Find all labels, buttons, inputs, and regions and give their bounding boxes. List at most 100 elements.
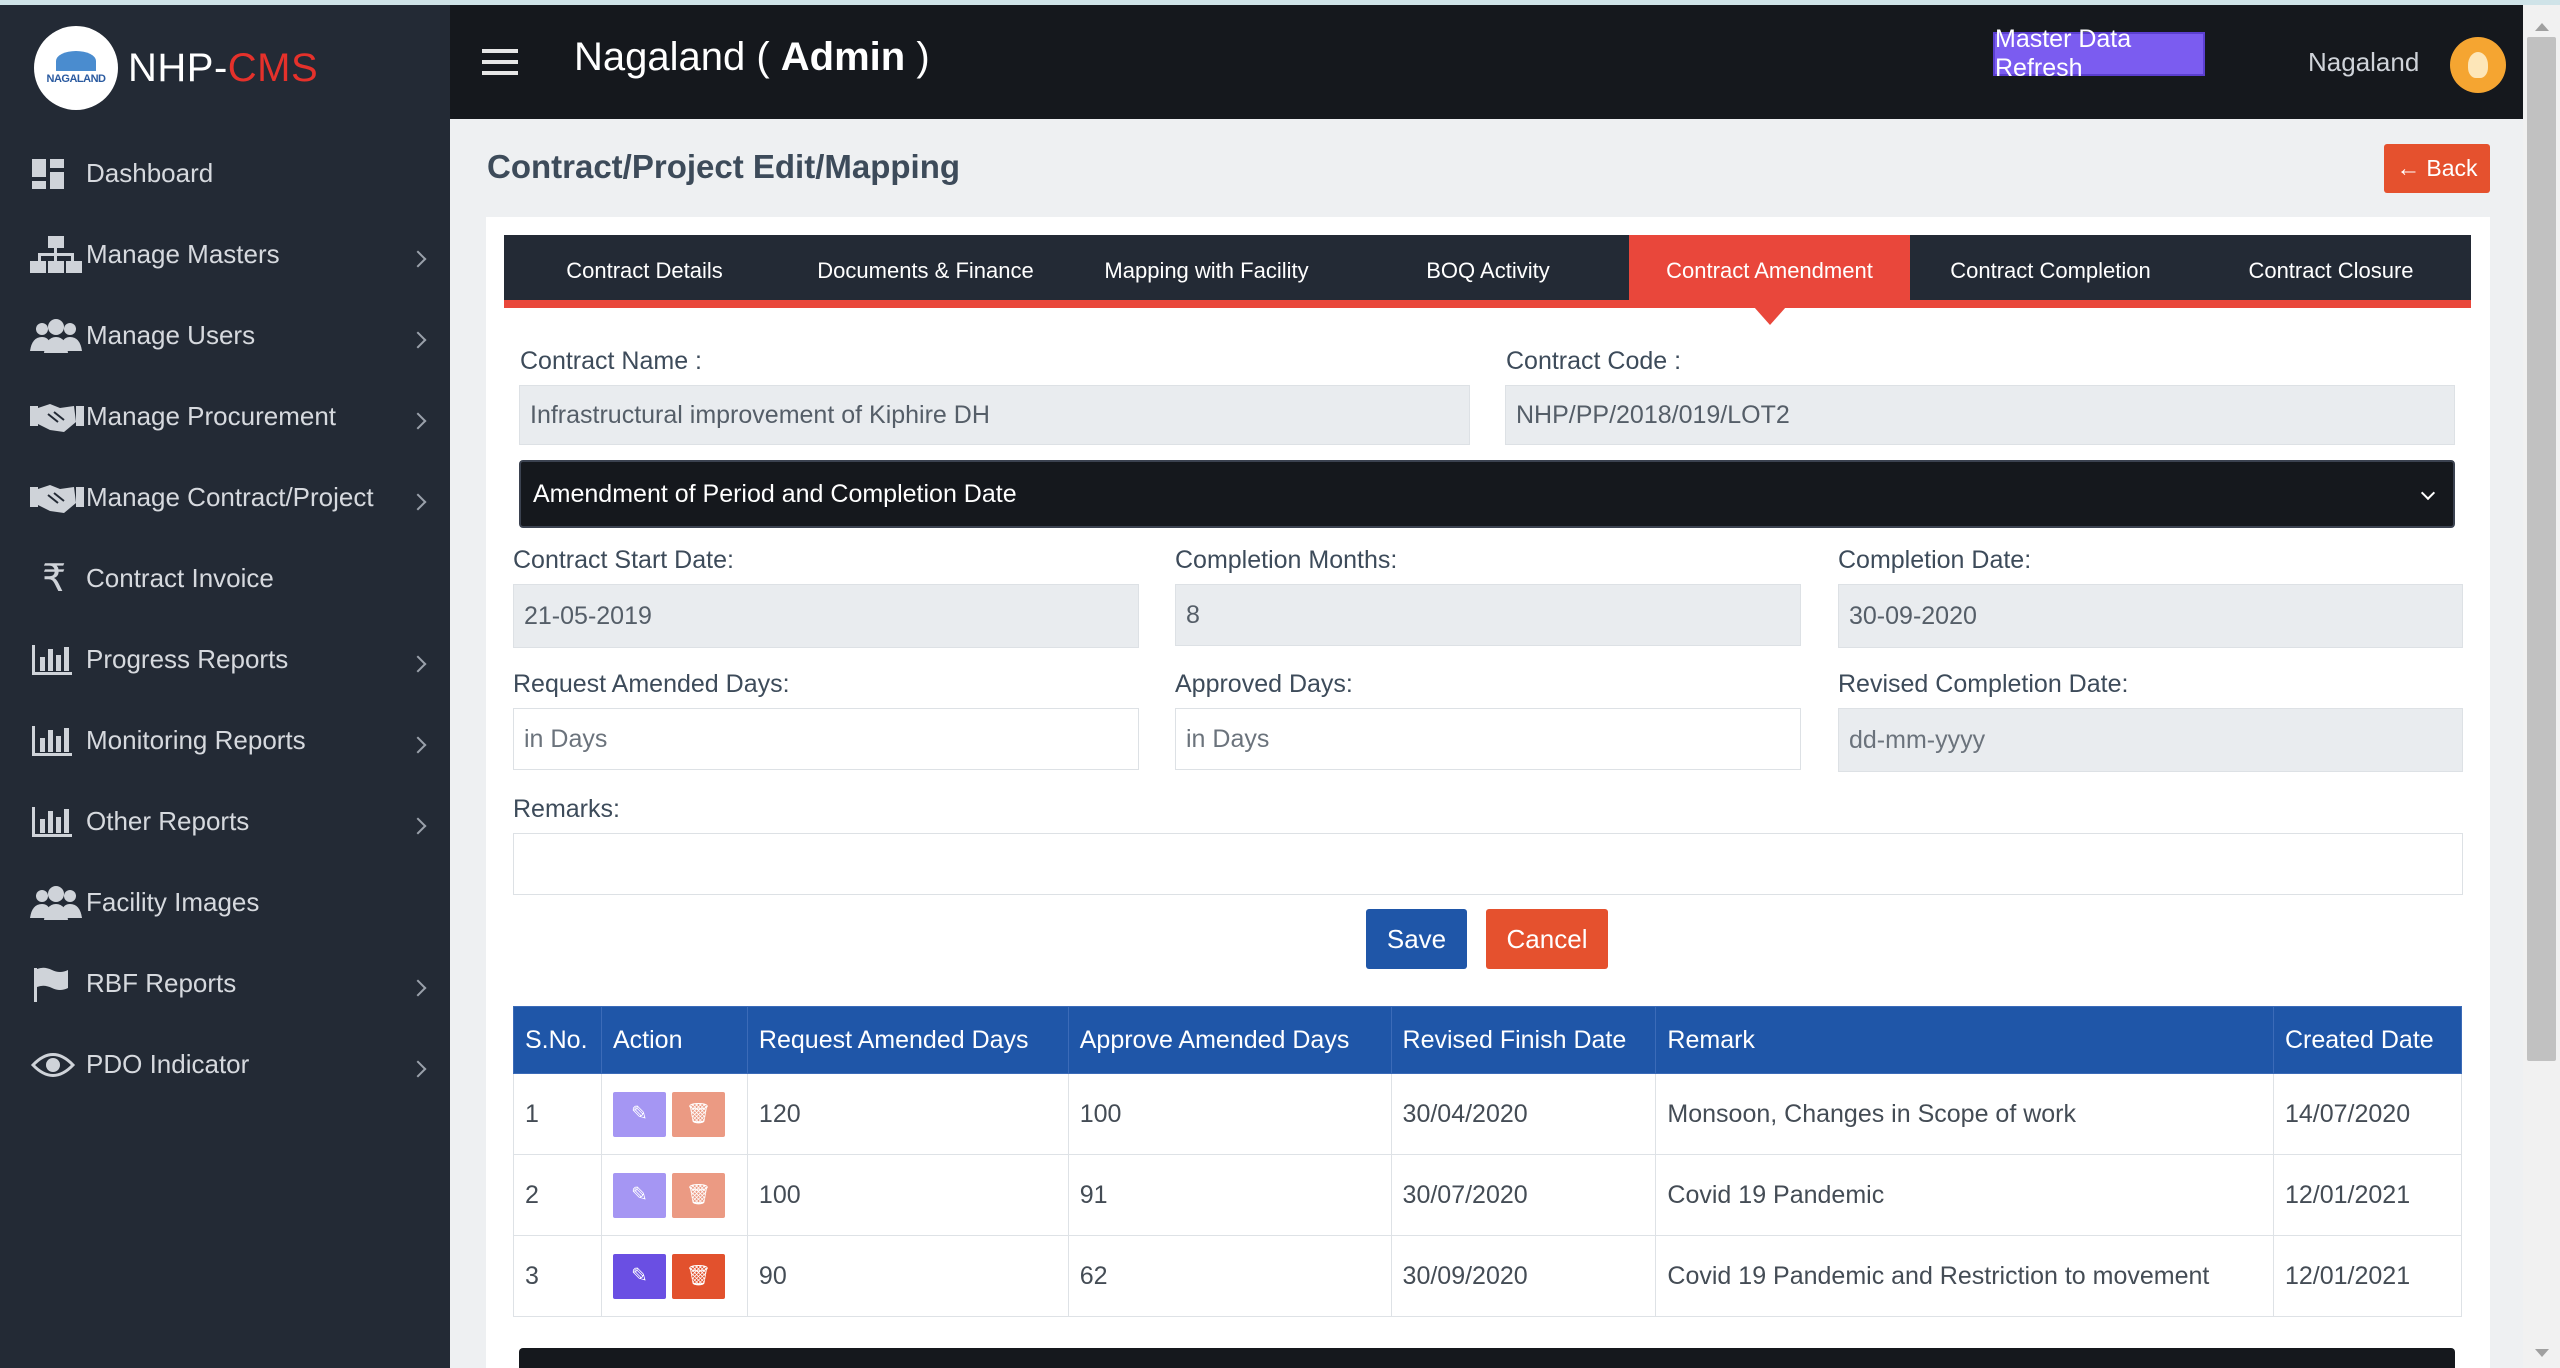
brand-logo: NAGALAND (34, 26, 118, 110)
eye-icon (30, 1045, 86, 1085)
sidebar-item-facility-images[interactable]: Facility Images (0, 862, 450, 943)
tab-boq-activity[interactable]: BOQ Activity (1347, 235, 1629, 307)
back-button[interactable]: ← Back (2384, 144, 2490, 193)
scroll-down-arrow-icon[interactable] (2535, 1349, 2549, 1357)
sidebar-item-progress-reports[interactable]: Progress Reports (0, 619, 450, 700)
sidebar-item-dashboard[interactable]: Dashboard (0, 133, 450, 214)
sidebar-item-rbf-reports[interactable]: RBF Reports (0, 943, 450, 1024)
flag-icon (30, 964, 86, 1004)
scroll-up-arrow-icon[interactable] (2535, 23, 2549, 31)
dashboard-icon (30, 154, 86, 194)
revised-completion-date-field[interactable]: dd-mm-yyyy (1838, 708, 2463, 772)
delete-trash-icon[interactable]: 🗑 (671, 1172, 725, 1218)
sidebar-item-other-reports[interactable]: Other Reports (0, 781, 450, 862)
cell-remark: Monsoon, Changes in Scope of work (1655, 1073, 2274, 1155)
contract-start-date-label: Contract Start Date: (513, 546, 734, 574)
cell-sno: 2 (513, 1154, 602, 1236)
approved-days-input[interactable]: in Days (1175, 708, 1801, 770)
contract-code-field[interactable]: NHP/PP/2018/019/LOT2 (1505, 385, 2455, 445)
completion-date-field[interactable]: 30-09-2020 (1838, 584, 2463, 648)
chevron-right-icon (409, 655, 427, 672)
table-row: 3 ✎ 🗑 90 62 30/09/2020 Covid 19 Pandemic … (513, 1235, 2463, 1317)
users-icon (30, 316, 86, 356)
approved-days-label: Approved Days: (1175, 670, 1353, 698)
cell-created-date: 12/01/2021 (2272, 1154, 2463, 1236)
top-header: Nagaland ( Admin ) Master Data Refresh N… (450, 5, 2523, 119)
delete-trash-icon[interactable]: 🗑 (671, 1091, 725, 1137)
avatar[interactable] (2450, 37, 2506, 93)
column-header: Revised Finish Date (1390, 1006, 1657, 1074)
header-title: Nagaland ( Admin ) (574, 35, 930, 79)
cell-revised-date: 30/04/2020 (1390, 1073, 1657, 1155)
sidebar-item-contract-invoice[interactable]: ₹ Contract Invoice (0, 538, 450, 619)
cell-sno: 3 (513, 1235, 602, 1317)
sidebar-item-manage-procurement[interactable]: Manage Procurement (0, 376, 450, 457)
edit-pencil-icon[interactable]: ✎ (612, 1091, 666, 1137)
bar-chart-icon (30, 640, 86, 680)
save-button[interactable]: Save (1366, 909, 1467, 969)
request-amended-days-input[interactable]: in Days (513, 708, 1139, 770)
edit-pencil-icon[interactable]: ✎ (612, 1172, 666, 1218)
column-header: Approve Amended Days (1067, 1006, 1392, 1074)
tab-bar: Contract Details Documents & Finance Map… (504, 235, 2471, 325)
scroll-thumb[interactable] (2527, 37, 2556, 1061)
cell-revised-date: 30/09/2020 (1390, 1235, 1657, 1317)
tab-documents-finance[interactable]: Documents & Finance (785, 235, 1066, 307)
master-data-refresh-button[interactable]: Master Data Refresh (1993, 25, 2205, 82)
cell-approve-days: 91 (1067, 1154, 1392, 1236)
tab-contract-completion[interactable]: Contract Completion (1910, 235, 2191, 307)
sidebar-item-manage-contract-project[interactable]: Manage Contract/Project (0, 457, 450, 538)
table-row: 2 ✎ 🗑 100 91 30/07/2020 Covid 19 Pandemic… (513, 1154, 2463, 1236)
delete-trash-icon[interactable]: 🗑 (671, 1253, 725, 1299)
cell-action: ✎ 🗑 (600, 1154, 748, 1236)
request-amended-days-label: Request Amended Days: (513, 670, 790, 698)
contract-code-label: Contract Code : (1506, 347, 1682, 375)
column-header: S.No. (513, 1006, 602, 1074)
column-header: Remark (1655, 1006, 2274, 1074)
handshake-icon (30, 478, 86, 518)
menu-toggle-icon[interactable] (482, 49, 518, 75)
table-row: 1 ✎ 🗑 120 100 30/04/2020 Monsoon, Changes… (513, 1073, 2463, 1155)
amendment-type-select[interactable]: Amendment of Period and Completion Date (519, 460, 2455, 528)
rupee-icon: ₹ (42, 558, 67, 600)
tab-contract-closure[interactable]: Contract Closure (2191, 235, 2471, 307)
remarks-label: Remarks: (513, 795, 620, 823)
completion-months-label: Completion Months: (1175, 546, 1398, 574)
chevron-right-icon (409, 331, 427, 348)
remarks-input[interactable] (513, 833, 2463, 895)
cell-request-days: 100 (746, 1154, 1069, 1236)
completion-date-label: Completion Date: (1838, 546, 2032, 574)
sidebar-nav: Dashboard Manage Masters Manage Users Ma… (0, 133, 450, 1105)
tab-contract-amendment[interactable]: Contract Amendment (1629, 235, 1910, 325)
cell-sno: 1 (513, 1073, 602, 1155)
chevron-down-icon (2420, 485, 2436, 501)
cell-created-date: 14/07/2020 (2272, 1073, 2463, 1155)
tab-contract-details[interactable]: Contract Details (504, 235, 785, 307)
cell-request-days: 120 (746, 1073, 1069, 1155)
chevron-right-icon (409, 817, 427, 834)
cell-remark: Covid 19 Pandemic (1655, 1154, 2274, 1236)
users-icon (30, 883, 86, 923)
contract-name-field[interactable]: Infrastructural improvement of Kiphire D… (519, 385, 1470, 445)
page-scrollbar[interactable] (2523, 5, 2560, 1368)
tab-mapping-with-facility[interactable]: Mapping with Facility (1066, 235, 1347, 307)
completion-months-field[interactable]: 8 (1175, 584, 1801, 646)
contract-start-date-field[interactable]: 21-05-2019 (513, 584, 1139, 648)
chevron-right-icon (409, 736, 427, 753)
edit-pencil-icon[interactable]: ✎ (612, 1253, 666, 1299)
brand[interactable]: NAGALAND NHP-CMS (34, 25, 318, 111)
chevron-right-icon (409, 412, 427, 429)
table-header-row: S.No. Action Request Amended Days Approv… (513, 1006, 2463, 1074)
bar-chart-icon (30, 721, 86, 761)
sidebar-item-manage-masters[interactable]: Manage Masters (0, 214, 450, 295)
chevron-right-icon (409, 979, 427, 996)
sidebar-item-manage-users[interactable]: Manage Users (0, 295, 450, 376)
sidebar-item-pdo-indicator[interactable]: PDO Indicator (0, 1024, 450, 1105)
cell-revised-date: 30/07/2020 (1390, 1154, 1657, 1236)
sidebar-item-monitoring-reports[interactable]: Monitoring Reports (0, 700, 450, 781)
user-name[interactable]: Nagaland (2308, 47, 2419, 78)
cancel-button[interactable]: Cancel (1486, 909, 1608, 969)
column-header: Action (600, 1006, 748, 1074)
brand-name: NHP-CMS (128, 45, 319, 90)
column-header: Created Date (2272, 1006, 2463, 1074)
